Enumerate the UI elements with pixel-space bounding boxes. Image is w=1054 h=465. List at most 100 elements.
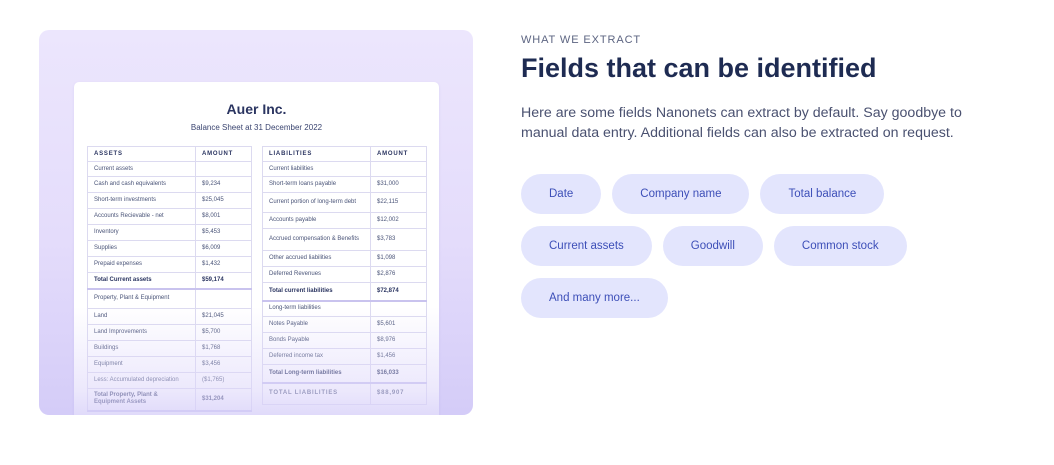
assets-row-label: Short-term investments (87, 192, 196, 209)
liabilities-row-amount: $1,098 (370, 250, 427, 267)
assets-header: ASSETS (87, 146, 196, 162)
assets-row: Prepaid expenses $1,432 (87, 256, 252, 273)
liabilities-row-amount: $1,456 (370, 348, 427, 365)
assets-row: Cash and cash equivalents $9,234 (87, 176, 252, 193)
liabilities-row-label: Total Long-term liabilities (262, 364, 371, 384)
assets-row-amount: $1,432 (195, 256, 252, 273)
section-eyebrow: WHAT WE EXTRACT (521, 34, 642, 46)
assets-row-amount: $5,700 (195, 324, 252, 341)
liabilities-row-label: Short-term loans payable (262, 176, 371, 193)
liabilities-row: Current liabilities (262, 161, 427, 177)
liabilities-row: Accounts payable $12,002 (262, 212, 427, 229)
assets-row-amount: $25,045 (195, 192, 252, 209)
assets-row-label: Prepaid expenses (87, 256, 196, 273)
liabilities-row-label: Long-term liabilities (262, 300, 371, 317)
liabilities-row-amount: $22,115 (370, 192, 427, 213)
assets-row-label: Cash and cash equivalents (87, 176, 196, 193)
chip-total-balance[interactable]: Total balance (760, 174, 885, 214)
assets-table: ASSETS AMOUNT Current assets Cash and cas… (87, 146, 252, 412)
assets-row-amount: $6,009 (195, 240, 252, 257)
assets-row: Land Improvements $5,700 (87, 324, 252, 341)
chip-current-assets[interactable]: Current assets (521, 226, 652, 266)
assets-row-label: Supplies (87, 240, 196, 257)
assets-row-amount: $8,001 (195, 208, 252, 225)
liabilities-row-amount: $16,033 (370, 364, 427, 384)
assets-row: Buildings $1,768 (87, 340, 252, 357)
assets-row-label: Buildings (87, 340, 196, 357)
liabilities-row-label: Deferred Revenues (262, 266, 371, 283)
assets-row-amount: $9,234 (195, 176, 252, 193)
assets-row: Accounts Recievable - net $8,001 (87, 208, 252, 225)
assets-row-amount: $5,453 (195, 224, 252, 241)
liabilities-row: Accrued compensation & Benefits $3,783 (262, 228, 427, 251)
liabilities-row-label: Notes Payable (262, 316, 371, 333)
assets-row: Inventory $5,453 (87, 224, 252, 241)
section-description: Here are some fields Nanonets can extrac… (521, 105, 962, 141)
liabilities-row-amount: $72,874 (370, 282, 427, 302)
liabilities-row: Notes Payable $5,601 (262, 316, 427, 333)
assets-row-label: Equipment (87, 356, 196, 373)
assets-row-amount: $1,768 (195, 340, 252, 357)
assets-row: Total Property, Plant & Equipment Assets… (87, 388, 252, 412)
chip-company-name[interactable]: Company name (612, 174, 750, 214)
assets-row-amount: $59,174 (195, 272, 252, 290)
chip-goodwill[interactable]: Goodwill (662, 226, 763, 266)
assets-row-label: Accounts Recievable - net (87, 208, 196, 225)
liabilities-row: Total current liabilities $72,874 (262, 282, 427, 302)
document-subtitle: Balance Sheet at 31 December 2022 (190, 123, 323, 132)
assets-row-label: Total Property, Plant & Equipment Assets (87, 388, 196, 412)
assets-row-label: Property, Plant & Equipment (87, 288, 196, 309)
assets-row-label: Less: Accumulated depreciation (87, 372, 196, 389)
liabilities-row-label: Total current liabilities (262, 282, 371, 302)
balance-sheet-preview: Auer Inc. Balance Sheet at 31 December 2… (39, 30, 473, 415)
section-title: Fields that can be identified (521, 53, 877, 83)
assets-row: Current assets (87, 161, 252, 177)
liabilities-row-amount: $5,601 (370, 316, 427, 333)
assets-row-label: Land (87, 308, 196, 325)
liabilities-row-label: Current liabilities (262, 161, 371, 177)
chip-row: Date Company name Total balance (521, 174, 1001, 214)
liabilities-row: Total Long-term liabilities $16,033 (262, 364, 427, 384)
assets-row-amount: ($1,765) (195, 372, 252, 389)
assets-row: Total Current assets $59,174 (87, 272, 252, 290)
liabilities-row-amount (370, 300, 427, 317)
assets-row: Short-term investments $25,045 (87, 192, 252, 209)
chip-row: And many more... (521, 278, 1001, 318)
assets-row-label: Total Current assets (87, 272, 196, 290)
liabilities-row-label: Current portion of long-term debt (262, 192, 371, 213)
liabilities-row: Bonds Payable $8,976 (262, 332, 427, 349)
liabilities-row-amount (370, 161, 427, 177)
chip-row: Current assets Goodwill Common stock (521, 226, 1001, 266)
liabilities-row-label: Accrued compensation & Benefits (262, 228, 371, 251)
liabilities-row: Other accrued liabilities $1,098 (262, 250, 427, 267)
liabilities-row: Short-term loans payable $31,000 (262, 176, 427, 193)
assets-row-label: Current assets (87, 161, 196, 177)
liabilities-row-amount: $88,907 (370, 382, 427, 405)
liabilities-row-amount: $12,002 (370, 212, 427, 229)
balance-sheet-document: Auer Inc. Balance Sheet at 31 December 2… (74, 82, 439, 415)
liabilities-row: Deferred Revenues $2,876 (262, 266, 427, 283)
liabilities-row-label: Other accrued liabilities (262, 250, 371, 267)
assets-row: Land $21,045 (87, 308, 252, 325)
liabilities-row-amount: $8,976 (370, 332, 427, 349)
liabilities-amount-header: AMOUNT (370, 146, 427, 162)
assets-row-amount: $31,204 (195, 388, 252, 412)
chip-date[interactable]: Date (521, 174, 602, 214)
chip-and-many-more[interactable]: And many more... (521, 278, 668, 318)
chip-common-stock[interactable]: Common stock (773, 226, 907, 266)
assets-row-label: Inventory (87, 224, 196, 241)
assets-row-amount (195, 161, 252, 177)
assets-row: Equipment $3,456 (87, 356, 252, 373)
assets-row-amount: $3,456 (195, 356, 252, 373)
assets-row: Supplies $6,009 (87, 240, 252, 257)
liabilities-row-label: TOTAL LIABILITIES (262, 382, 371, 405)
liabilities-row: TOTAL LIABILITIES $88,907 (262, 382, 427, 405)
liabilities-header: LIABILITIES (262, 146, 371, 162)
assets-row-label: Land Improvements (87, 324, 196, 341)
document-company-name: Auer Inc. (226, 101, 287, 117)
liabilities-row-label: Accounts payable (262, 212, 371, 229)
liabilities-row: Current portion of long-term debt $22,115 (262, 192, 427, 213)
liabilities-row-amount: $3,783 (370, 228, 427, 251)
liabilities-row-amount: $2,876 (370, 266, 427, 283)
assets-row-amount: $21,045 (195, 308, 252, 325)
